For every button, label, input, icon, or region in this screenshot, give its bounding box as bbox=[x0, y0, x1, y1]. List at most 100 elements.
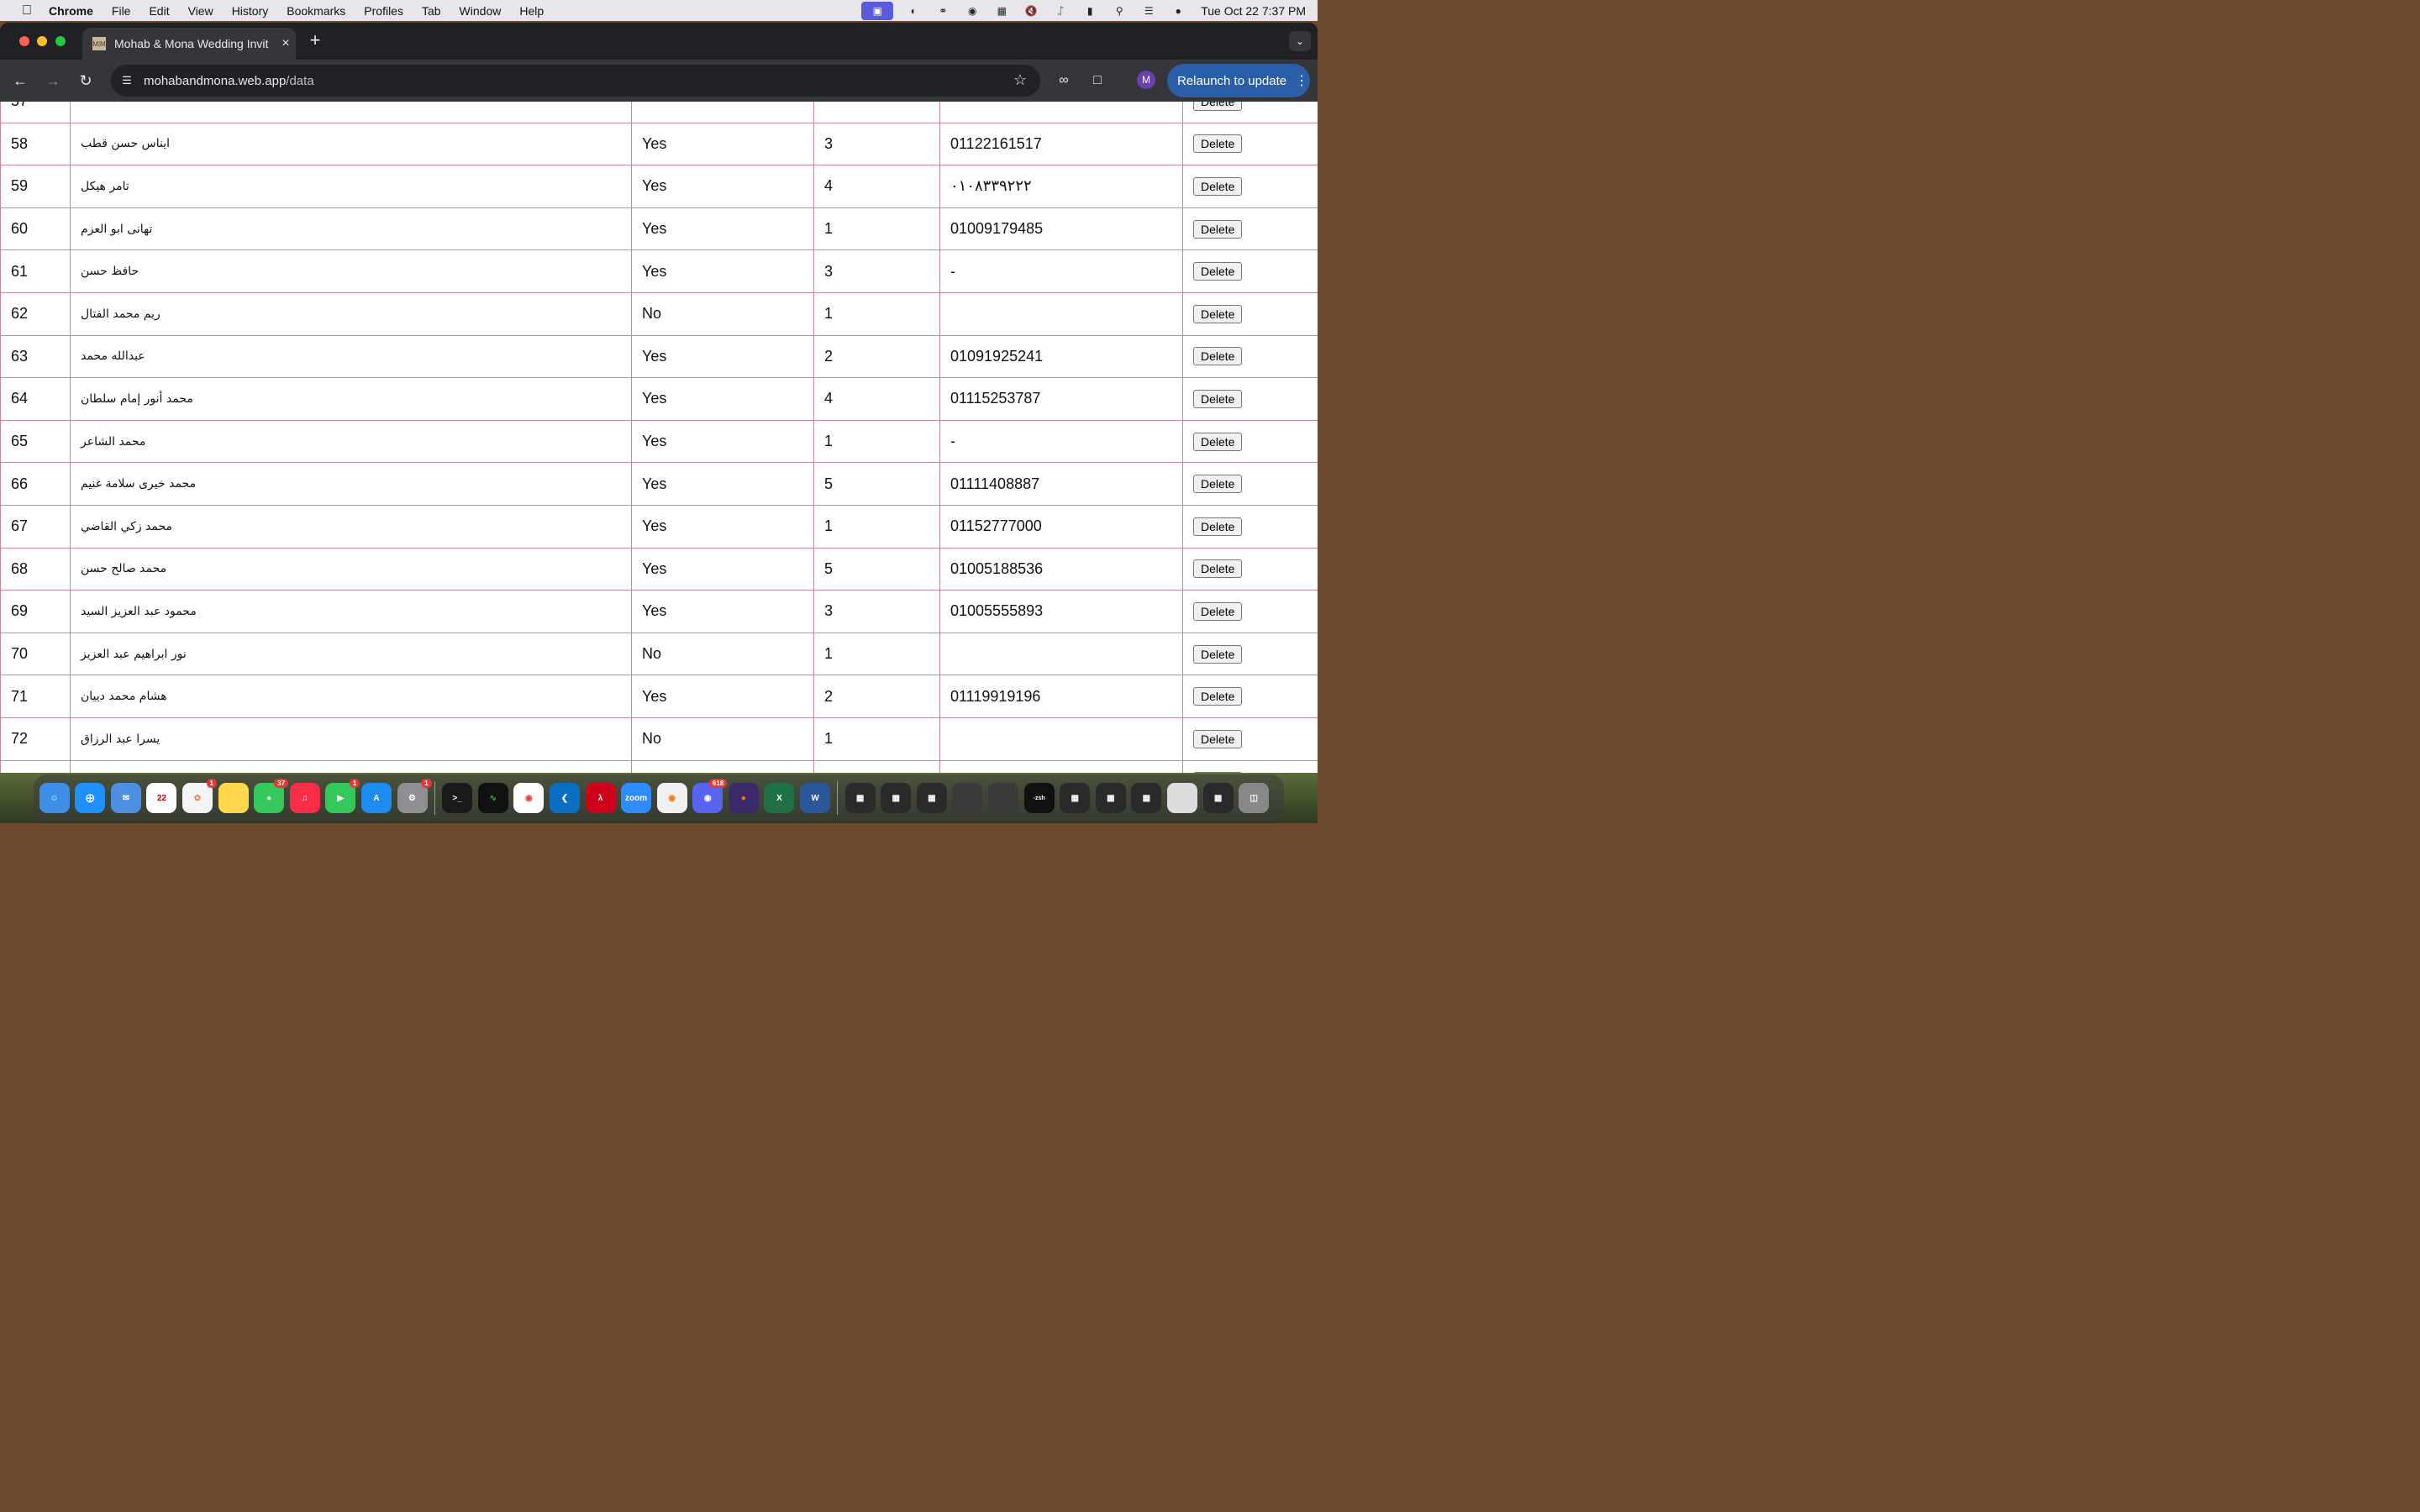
guest-count-cell: 1 bbox=[813, 419, 940, 464]
menu-history[interactable]: History bbox=[232, 4, 269, 18]
app-store-icon[interactable]: A bbox=[360, 783, 392, 813]
delete-button[interactable]: Delete bbox=[1193, 517, 1243, 536]
window-thumbnail-icon[interactable]: ▦ bbox=[1131, 783, 1162, 813]
site-info-icon[interactable]: ☰ bbox=[119, 73, 134, 88]
window-thumbnail-icon[interactable]: ▦ bbox=[1202, 783, 1234, 813]
url-path: /data bbox=[286, 74, 314, 88]
apple-icon[interactable]:  bbox=[18, 3, 35, 18]
finder-icon[interactable]: ☺ bbox=[39, 783, 70, 813]
delete-button[interactable]: Delete bbox=[1193, 176, 1243, 196]
calendar-icon[interactable]: 22 bbox=[146, 783, 177, 813]
window-thumbnail-icon[interactable] bbox=[1167, 783, 1197, 813]
menu-edit[interactable]: Edit bbox=[149, 4, 169, 18]
focus-icon[interactable]: ◐ bbox=[904, 4, 923, 18]
battery-icon[interactable]: ▮ bbox=[1081, 4, 1099, 18]
delete-button[interactable]: Delete bbox=[1193, 347, 1243, 366]
delete-button[interactable]: Delete bbox=[1193, 644, 1243, 664]
profile-avatar[interactable]: M bbox=[1137, 71, 1155, 89]
mute-icon[interactable]: 🔇 bbox=[1022, 4, 1040, 18]
minimize-window-icon[interactable] bbox=[37, 36, 47, 46]
close-tab-icon[interactable]: × bbox=[276, 36, 296, 51]
delete-button[interactable]: Delete bbox=[1193, 262, 1243, 281]
menu-profiles[interactable]: Profiles bbox=[364, 4, 403, 18]
window-thumbnail-icon[interactable]: ▦ bbox=[844, 783, 876, 813]
music-icon[interactable]: ♫ bbox=[289, 783, 320, 813]
siri-icon[interactable]: ● bbox=[1169, 4, 1187, 18]
delete-button[interactable]: Delete bbox=[1193, 475, 1243, 494]
menu-window[interactable]: Window bbox=[460, 4, 502, 18]
delete-button[interactable]: Delete bbox=[1193, 389, 1243, 408]
mail-icon[interactable]: ✉ bbox=[110, 783, 141, 813]
vscode-icon[interactable]: ❮ bbox=[549, 783, 580, 813]
control-center-icon[interactable]: ☰ bbox=[1139, 4, 1158, 18]
notes-icon[interactable] bbox=[218, 783, 249, 813]
window-thumbnail-icon[interactable]: ▦ bbox=[881, 783, 912, 813]
facetime-icon[interactable]: ▶ 1 bbox=[325, 779, 360, 813]
bookmark-star-icon[interactable]: ☆ bbox=[1013, 71, 1027, 89]
menu-tab[interactable]: Tab bbox=[422, 4, 441, 18]
table-row: 57 Delete bbox=[0, 102, 1318, 123]
headphones-icon[interactable]: ⚭ bbox=[934, 4, 952, 18]
vpn-app-icon[interactable]: ◉ bbox=[656, 783, 687, 813]
search-icon[interactable]: ⚲ bbox=[1110, 4, 1128, 18]
delete-button[interactable]: Delete bbox=[1193, 432, 1243, 451]
delete-button[interactable]: Delete bbox=[1193, 559, 1243, 579]
messages-icon[interactable]: ● 37 bbox=[254, 779, 289, 813]
activity-monitor-icon[interactable]: ∿ bbox=[477, 783, 508, 813]
trash-icon[interactable]: ◫ bbox=[1239, 783, 1270, 813]
delete-button[interactable]: Delete bbox=[1193, 134, 1243, 154]
extensions-puzzle-icon[interactable]: □ bbox=[1087, 71, 1107, 91]
menu-view[interactable]: View bbox=[188, 4, 213, 18]
zoom-app-icon[interactable]: zoom bbox=[621, 783, 652, 813]
word-icon[interactable]: W bbox=[800, 783, 831, 813]
delete-button[interactable]: Delete bbox=[1193, 601, 1243, 621]
actions-cell: Delete bbox=[1182, 291, 1318, 336]
address-bar[interactable]: ☰ mohabandmona.web.app/data ☆ bbox=[111, 65, 1040, 97]
screen-share-icon[interactable]: ▣ bbox=[861, 1, 894, 20]
row-number-cell: 68 bbox=[0, 547, 71, 591]
terminal-window-thumbnail[interactable]: -zsh bbox=[1023, 783, 1055, 813]
chrome-icon[interactable]: ◉ bbox=[513, 783, 544, 813]
excel-icon[interactable]: X bbox=[764, 783, 795, 813]
back-icon[interactable]: ← bbox=[10, 71, 30, 91]
tab-search-icon[interactable]: ⌄ bbox=[1289, 31, 1311, 51]
acrobat-icon[interactable]: λ bbox=[585, 783, 616, 813]
url-text[interactable]: mohabandmona.web.app/data bbox=[144, 74, 314, 88]
delete-button[interactable]: Delete bbox=[1193, 687, 1243, 706]
relaunch-button[interactable]: Relaunch to update ⋮ bbox=[1167, 64, 1310, 97]
forward-icon[interactable]: → bbox=[43, 71, 63, 91]
discord-icon[interactable]: ◉ 618 bbox=[692, 779, 728, 813]
menu-file[interactable]: File bbox=[112, 4, 131, 18]
zoom-window-icon[interactable] bbox=[55, 36, 66, 46]
delete-button[interactable]: Delete bbox=[1193, 102, 1243, 111]
window-thumbnail-icon[interactable] bbox=[988, 783, 1019, 813]
vpn-icon[interactable]: ▦ bbox=[992, 4, 1011, 18]
zoom-icon[interactable]: ◉ bbox=[963, 4, 981, 18]
settings-icon[interactable]: ⚙ 1 bbox=[397, 779, 432, 813]
menubar-clock[interactable]: Tue Oct 22 7:37 PM bbox=[1201, 4, 1306, 18]
more-menu-icon[interactable]: ⋮ bbox=[1295, 72, 1308, 89]
menu-bookmarks[interactable]: Bookmarks bbox=[287, 4, 345, 18]
tab-active[interactable]: M|M Mohab & Mona Wedding Invit × bbox=[82, 28, 296, 60]
delete-button[interactable]: Delete bbox=[1193, 729, 1243, 748]
firefox-icon[interactable]: ● bbox=[728, 783, 759, 813]
photos-icon[interactable]: ✿ 1 bbox=[182, 779, 217, 813]
window-thumbnail-icon[interactable]: ▦ bbox=[916, 783, 947, 813]
window-thumbnail-icon[interactable] bbox=[952, 783, 983, 813]
terminal-icon[interactable]: >_ bbox=[442, 783, 473, 813]
table-row: 60 تهانى ابو العزم Yes 1 01009179485 Delete bbox=[0, 207, 1318, 251]
new-tab-icon[interactable]: + bbox=[306, 31, 324, 50]
delete-button[interactable]: Delete bbox=[1193, 219, 1243, 239]
reload-icon[interactable]: ↻ bbox=[76, 71, 96, 91]
safari-icon[interactable]: ⨁ bbox=[75, 783, 106, 813]
menu-app-name[interactable]: Chrome bbox=[49, 4, 93, 18]
phone-cell: 01119919196 bbox=[939, 675, 1183, 718]
delete-button[interactable]: Delete bbox=[1193, 304, 1243, 323]
close-window-icon[interactable] bbox=[19, 36, 29, 46]
menu-help[interactable]: Help bbox=[519, 4, 544, 18]
guest-name-cell: محمود عبد العزيز السيد bbox=[70, 590, 632, 633]
infinity-extension-icon[interactable]: ∞ bbox=[1054, 71, 1074, 91]
window-thumbnail-icon[interactable]: ▦ bbox=[1060, 783, 1091, 813]
bluetooth-icon[interactable]: ᛢ bbox=[1051, 4, 1070, 18]
window-thumbnail-icon[interactable]: ▦ bbox=[1095, 783, 1126, 813]
